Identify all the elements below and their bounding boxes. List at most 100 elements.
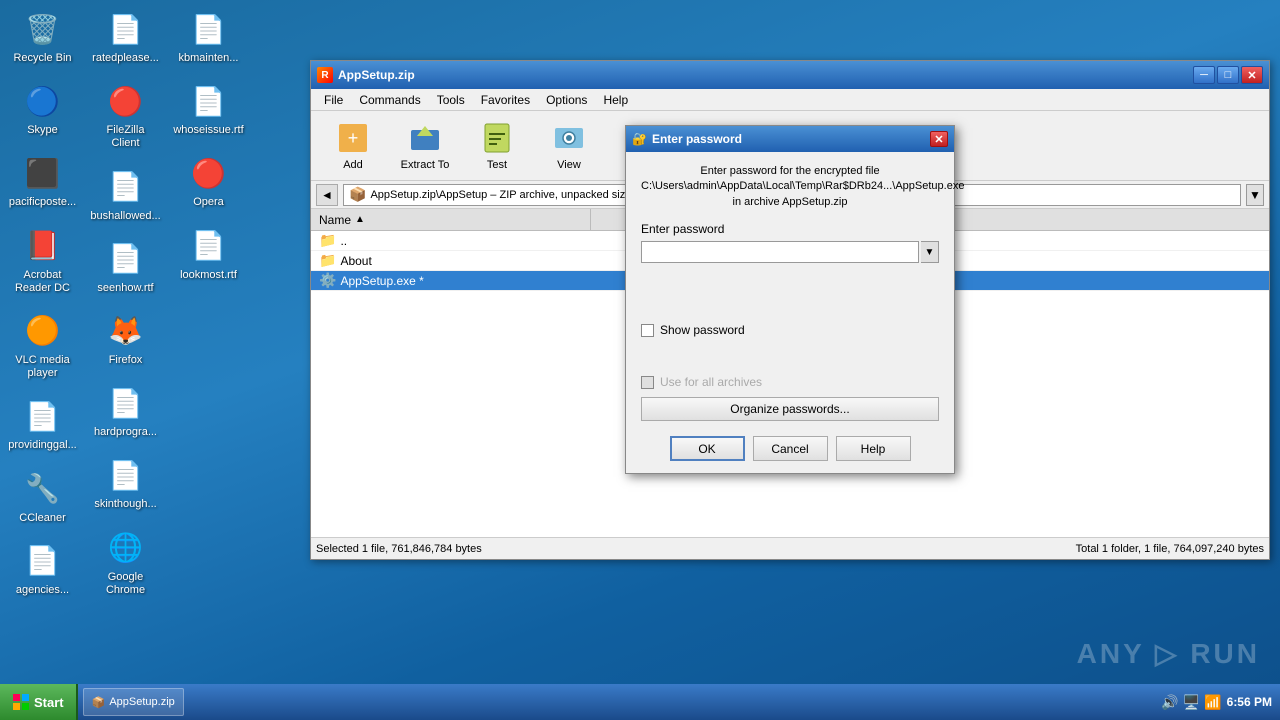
toolbar-extract-to-button[interactable]: Extract To — [391, 115, 459, 177]
menu-favorites[interactable]: Favorites — [473, 91, 538, 109]
dialog-close-button[interactable]: ✕ — [930, 131, 948, 147]
desktop-icon-providing[interactable]: 📄 providinggal... — [5, 392, 80, 456]
dialog-cancel-button[interactable]: Cancel — [753, 436, 828, 461]
kbmaint-icon: 📄 — [189, 9, 229, 49]
taskbar-tasks: 📦 AppSetup.zip — [78, 688, 1154, 716]
dialog-info-text: Enter password for the encrypted file C:… — [641, 164, 939, 210]
desktop-icon-seenhow[interactable]: 📄 seenhow.rtf — [88, 235, 163, 299]
winrar-maximize-button[interactable]: □ — [1217, 66, 1239, 84]
winrar-menu: File Commands Tools Favorites Options He… — [311, 89, 1269, 111]
view-icon — [551, 120, 587, 156]
menu-options[interactable]: Options — [538, 91, 595, 109]
start-label: Start — [34, 695, 64, 710]
add-icon: + — [335, 120, 371, 156]
password-input[interactable] — [641, 241, 919, 263]
desktop-icon-chrome[interactable]: 🌐 Google Chrome — [88, 524, 163, 601]
skype-icon: 🔵 — [23, 81, 63, 121]
opera-icon: 🔴 — [189, 153, 229, 193]
desktop-icon-skinthough[interactable]: 📄 skinthough... — [88, 451, 163, 515]
show-password-label: Show password — [660, 323, 745, 337]
winrar-minimize-button[interactable]: ─ — [1193, 66, 1215, 84]
status-selected: Selected 1 file, 761,846,784 bytes — [316, 543, 790, 555]
whoseissue-label: whoseissue.rtf — [173, 124, 243, 137]
test-icon — [479, 120, 515, 156]
toolbar-test-button[interactable]: Test — [463, 115, 531, 177]
col-header-name[interactable]: Name ▲ — [311, 209, 591, 230]
desktop-icon-kbmaint[interactable]: 📄 kbmainten... — [171, 5, 246, 69]
pacific-icon: ⬛ — [23, 153, 63, 193]
status-total: Total 1 folder, 1 file, 764,097,240 byte… — [790, 543, 1264, 555]
firefox-label: Firefox — [109, 354, 143, 367]
desktop-icon-skype[interactable]: 🔵 Skype — [5, 77, 80, 141]
winrar-close-button[interactable]: ✕ — [1241, 66, 1263, 84]
desktop-icon-lookmost[interactable]: 📄 lookmost.rtf — [171, 222, 246, 286]
whoseissue-icon: 📄 — [189, 81, 229, 121]
use-for-all-row: Use for all archives — [641, 375, 939, 389]
start-button[interactable]: Start — [0, 684, 78, 720]
desktop-icon-recycle-bin[interactable]: 🗑️ Recycle Bin — [5, 5, 80, 69]
dialog-lock-icon: 🔐 — [632, 132, 647, 146]
dialog-spacer — [641, 345, 939, 375]
lookmost-icon: 📄 — [189, 226, 229, 266]
desktop-icon-rated[interactable]: 📄 ratedplease... — [88, 5, 163, 69]
task-icon: 📦 — [92, 696, 106, 709]
desktop-icon-acrobat[interactable]: 📕 Acrobat Reader DC — [5, 222, 80, 299]
file-name-cell: ⚙️ AppSetup.exe * — [311, 271, 591, 290]
filezilla-icon: 🔴 — [106, 81, 146, 121]
desktop-icon-busallow[interactable]: 📄 bushallowed... — [88, 163, 163, 227]
desktop-icon-opera[interactable]: 🔴 Opera — [171, 149, 246, 213]
hardprog-label: hardprogra... — [94, 426, 157, 439]
dialog-title-text: Enter password — [652, 132, 742, 146]
seenhow-icon: 📄 — [106, 239, 146, 279]
windows-logo-icon — [12, 693, 30, 711]
vlc-icon: 🟠 — [23, 311, 63, 351]
menu-help[interactable]: Help — [595, 91, 636, 109]
menu-tools[interactable]: Tools — [429, 91, 473, 109]
taskbar: Start 📦 AppSetup.zip 🔊 🖥️ 📶 6:56 PM — [0, 684, 1280, 720]
show-password-checkbox[interactable] — [641, 324, 654, 337]
address-back-button[interactable]: ◄ — [316, 184, 338, 206]
acrobat-icon: 📕 — [23, 226, 63, 266]
desktop-icon-hardprog[interactable]: 📄 hardprogra... — [88, 379, 163, 443]
password-dropdown-button[interactable]: ▼ — [921, 241, 939, 263]
seenhow-label: seenhow.rtf — [97, 282, 153, 295]
busallow-icon: 📄 — [106, 167, 146, 207]
kbmaint-label: kbmainten... — [179, 52, 239, 65]
show-password-row: Show password — [641, 323, 939, 337]
desktop-icon-vlc[interactable]: 🟠 VLC media player — [5, 307, 80, 384]
rated-icon: 📄 — [106, 9, 146, 49]
menu-file[interactable]: File — [316, 91, 351, 109]
taskbar-tray-icons: 🔊 🖥️ 📶 — [1161, 694, 1221, 711]
toolbar-add-button[interactable]: + Add — [319, 115, 387, 177]
desktop-icon-agencies[interactable]: 📄 agencies... — [5, 537, 80, 601]
address-dropdown-button[interactable]: ▼ — [1246, 184, 1264, 206]
hardprog-icon: 📄 — [106, 383, 146, 423]
filezilla-label: FileZilla Client — [92, 124, 159, 150]
ccleaner-label: CCleaner — [19, 512, 65, 525]
providing-icon: 📄 — [23, 396, 63, 436]
skinthough-icon: 📄 — [106, 455, 146, 495]
use-for-all-label: Use for all archives — [660, 375, 762, 389]
desktop-icon-filezilla[interactable]: 🔴 FileZilla Client — [88, 77, 163, 154]
firefox-icon: 🦊 — [106, 311, 146, 351]
folder-icon: 📁 — [319, 232, 336, 249]
dialog-ok-button[interactable]: OK — [670, 436, 745, 461]
menu-commands[interactable]: Commands — [351, 91, 428, 109]
desktop-icon-ccleaner[interactable]: 🔧 CCleaner — [5, 465, 80, 529]
winrar-title-text: AppSetup.zip — [338, 68, 415, 82]
toolbar-add-label: Add — [343, 159, 363, 171]
desktop-icon-whoseissue[interactable]: 📄 whoseissue.rtf — [171, 77, 246, 141]
desktop-icon-firefox[interactable]: 🦊 Firefox — [88, 307, 163, 371]
desktop-icon-pacific[interactable]: ⬛ pacificposte... — [5, 149, 80, 213]
organize-passwords-button[interactable]: Organize passwords... — [641, 397, 939, 421]
dialog-buttons: OK Cancel Help — [641, 436, 939, 461]
acrobat-label: Acrobat Reader DC — [9, 269, 76, 295]
toolbar-view-button[interactable]: View — [535, 115, 603, 177]
use-for-all-checkbox[interactable] — [641, 376, 654, 389]
dialog-help-button[interactable]: Help — [836, 436, 911, 461]
agencies-icon: 📄 — [23, 541, 63, 581]
chrome-icon: 🌐 — [106, 528, 146, 568]
taskbar-task-winrar[interactable]: 📦 AppSetup.zip — [83, 688, 184, 716]
network-icon: 📶 — [1204, 694, 1221, 711]
toolbar-test-label: Test — [487, 159, 507, 171]
